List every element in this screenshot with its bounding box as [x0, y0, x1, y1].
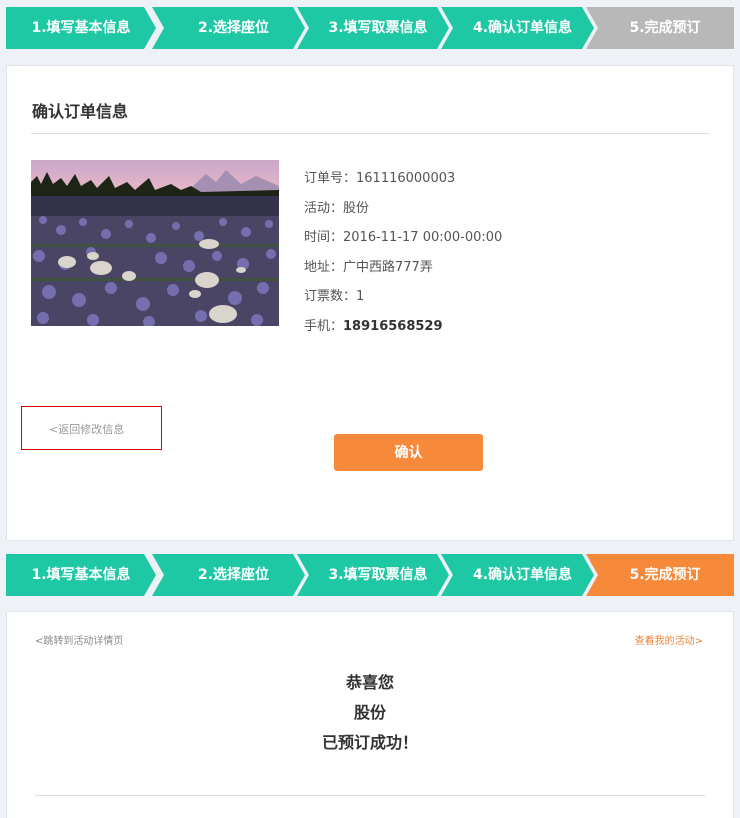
step-4: 4.确认订单信息	[441, 554, 594, 596]
booking-success-panel: <跳转到活动详情页 查看我的活动> 恭喜您 股份 已预订成功！	[6, 611, 734, 818]
success-text: 已预订成功！	[321, 733, 418, 752]
divider	[35, 795, 705, 796]
ticket-count: 订票数：1	[304, 289, 365, 304]
step-bar-top: 1.填写基本信息 2.选择座位 3.填写取票信息 4.确认订单信息 5.完成预订	[6, 7, 734, 49]
event-time: 时间：2016-11-17 00:00-00:00	[304, 230, 503, 245]
event-address: 地址：广中西路777弄	[304, 259, 433, 275]
confirm-button[interactable]: 确认	[334, 434, 483, 471]
step-1: 1.填写基本信息	[6, 554, 156, 596]
event-photo	[31, 160, 279, 326]
confirm-order-panel: 确认订单信息 订单号：161116000003 活动：股份 时间：2016-11…	[6, 65, 734, 541]
step-1: 1.填写基本信息	[6, 7, 156, 49]
divider	[31, 133, 709, 134]
phone: 手机：18916568529	[304, 318, 443, 334]
event-name: 活动：股份	[304, 200, 370, 216]
step-bar-bottom: 1.填写基本信息 2.选择座位 3.填写取票信息 4.确认订单信息 5.完成预订	[6, 554, 734, 596]
congrats-text: 恭喜您	[345, 673, 394, 692]
step-3: 3.填写取票信息	[297, 7, 449, 49]
step-2: 2.选择座位	[152, 7, 305, 49]
step-2: 2.选择座位	[152, 554, 305, 596]
event-photo-image	[31, 160, 279, 326]
event-name-text: 股份	[353, 703, 386, 722]
step-5: 5.完成预订	[586, 7, 734, 49]
section-title: 确认订单信息	[32, 102, 129, 121]
order-info: 订单号：161116000003 活动：股份 时间：2016-11-17 00:…	[304, 164, 502, 341]
step-5: 5.完成预订	[586, 554, 734, 596]
step-4: 4.确认订单信息	[441, 7, 594, 49]
order-number: 订单号：161116000003	[304, 171, 456, 186]
back-to-edit-link[interactable]: <返回修改信息	[49, 421, 124, 437]
view-my-events-link[interactable]: 查看我的活动>	[635, 632, 703, 647]
goto-event-detail-link[interactable]: <跳转到活动详情页	[35, 632, 123, 647]
step-3: 3.填写取票信息	[297, 554, 449, 596]
